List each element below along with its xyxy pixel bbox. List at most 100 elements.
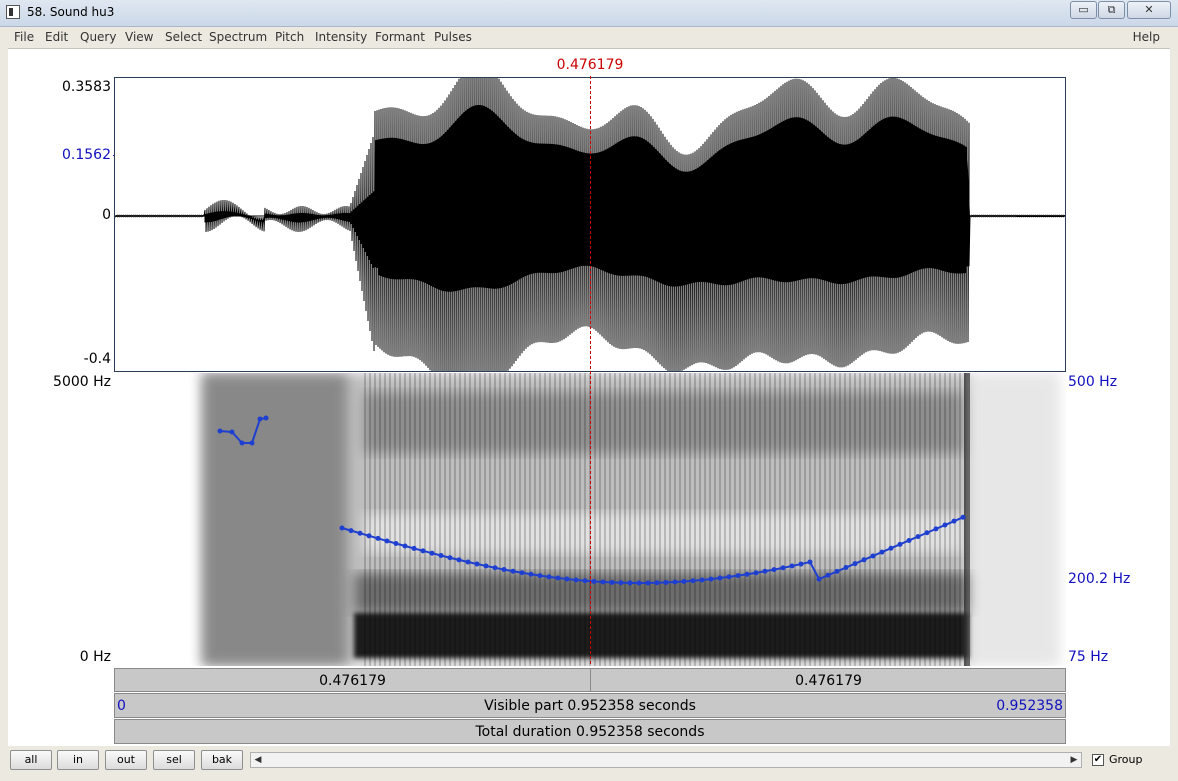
- waveform-zero-label: 0: [102, 207, 111, 223]
- pitch-point: [564, 576, 570, 582]
- pitch-point: [483, 563, 489, 569]
- close-button[interactable]: ✕: [1127, 1, 1171, 19]
- pitch-point: [375, 535, 381, 541]
- scroll-right-icon[interactable]: ▶: [1067, 753, 1081, 767]
- total-duration-bar[interactable]: Total duration 0.952358 seconds: [114, 719, 1066, 744]
- minimize-icon: ▭: [1078, 3, 1089, 16]
- visible-part-label: Visible part 0.952358 seconds: [484, 698, 696, 714]
- zoom-selection-button[interactable]: sel: [153, 750, 195, 770]
- pitch-point: [699, 577, 705, 583]
- pitch-point: [654, 580, 660, 586]
- menu-file[interactable]: File: [14, 30, 34, 44]
- maximize-button[interactable]: ⧉: [1098, 1, 1125, 19]
- pitch-point: [582, 578, 588, 584]
- check-icon: ✔: [1093, 754, 1103, 765]
- pitch-point: [348, 528, 354, 534]
- menu-help[interactable]: Help: [1133, 30, 1160, 44]
- menu-query[interactable]: Query: [80, 30, 116, 44]
- pitch-point: [762, 568, 768, 574]
- group-label: Group: [1109, 753, 1143, 766]
- total-duration-label: Total duration 0.952358 seconds: [475, 724, 705, 740]
- spectrogram-offset-edge: [964, 373, 970, 666]
- pitch-point: [501, 567, 507, 573]
- pitch-point: [366, 533, 372, 539]
- right-segment-label[interactable]: 0.476179: [591, 673, 1066, 689]
- menu-edit[interactable]: Edit: [45, 30, 68, 44]
- pitch-point: [411, 545, 417, 551]
- zoom-in-button[interactable]: in: [57, 750, 99, 770]
- pitch-point: [609, 579, 615, 585]
- pitch-point: [861, 557, 867, 563]
- pitch-point: [239, 440, 245, 446]
- pitch-point: [429, 550, 435, 556]
- pitch-point: [744, 571, 750, 577]
- pitch-top-label: 500 Hz: [1068, 374, 1118, 390]
- pitch-point: [663, 579, 669, 585]
- pitch-point: [789, 563, 795, 569]
- pitch-point: [960, 514, 966, 520]
- pitch-point: [357, 530, 363, 536]
- minimize-button[interactable]: ▭: [1070, 1, 1097, 19]
- pitch-point: [951, 518, 957, 524]
- scroll-left-icon[interactable]: ◀: [251, 753, 265, 767]
- maximize-icon: ⧉: [1107, 3, 1116, 16]
- pitch-point: [474, 561, 480, 567]
- waveform-min-label: -0.4: [83, 351, 111, 367]
- menu-intensity[interactable]: Intensity: [315, 30, 367, 44]
- pitch-point: [672, 579, 678, 585]
- pitch-point: [546, 574, 552, 580]
- menu-select[interactable]: Select: [165, 30, 202, 44]
- menu-formant[interactable]: Formant: [375, 30, 425, 44]
- pitch-point: [681, 578, 687, 584]
- pitch-point: [771, 567, 777, 573]
- pitch-point: [708, 576, 714, 582]
- zoom-all-button[interactable]: all: [10, 750, 52, 770]
- pitch-point: [807, 559, 813, 565]
- bottom-toolbar: all in out sel bak ◀ ▶ ✔ Group: [0, 746, 1178, 781]
- pitch-cursor-label: 200.2 Hz: [1068, 571, 1131, 587]
- pitch-point: [627, 580, 633, 586]
- group-checkbox[interactable]: ✔: [1092, 754, 1104, 766]
- pitch-point: [852, 561, 858, 567]
- pitch-point: [229, 429, 235, 435]
- pitch-point: [528, 571, 534, 577]
- pitch-point: [735, 573, 741, 579]
- pitch-point: [636, 580, 642, 586]
- spectrogram-striations: [364, 373, 969, 666]
- pitch-point: [447, 555, 453, 561]
- pitch-point: [555, 575, 561, 581]
- pitch-point: [537, 573, 543, 579]
- pitch-point: [393, 540, 399, 546]
- menu-view[interactable]: View: [125, 30, 153, 44]
- pitch-point: [897, 541, 903, 547]
- pitch-point: [510, 568, 516, 574]
- zoom-back-button[interactable]: bak: [201, 750, 243, 770]
- pitch-point: [933, 526, 939, 532]
- menu-pitch[interactable]: Pitch: [275, 30, 304, 44]
- horizontal-scrollbar[interactable]: ◀ ▶: [250, 752, 1082, 768]
- pitch-point: [456, 557, 462, 563]
- pitch-point: [600, 579, 606, 585]
- close-icon: ✕: [1144, 3, 1154, 16]
- waveform-voiced-fill: [375, 104, 970, 292]
- pitch-point: [888, 545, 894, 551]
- pitch-point: [249, 440, 255, 446]
- pitch-point: [257, 416, 263, 422]
- app-icon: [6, 5, 20, 19]
- menu-spectrum[interactable]: Spectrum: [209, 30, 267, 44]
- pitch-point: [906, 537, 912, 543]
- pitch-point: [519, 570, 525, 576]
- left-segment-label[interactable]: 0.476179: [115, 673, 590, 689]
- pitch-point: [870, 553, 876, 559]
- spectrogram-tail: [970, 373, 1060, 666]
- freq-bottom-label: 0 Hz: [79, 649, 111, 665]
- menu-pulses[interactable]: Pulses: [434, 30, 472, 44]
- zoom-out-button[interactable]: out: [105, 750, 147, 770]
- spectrogram-onset-noise: [202, 373, 347, 666]
- pitch-point: [339, 525, 345, 531]
- cursor-line: [590, 76, 591, 666]
- visible-end-label: 0.952358: [996, 698, 1063, 714]
- visible-part-bar[interactable]: 0 Visible part 0.952358 seconds 0.952358: [114, 693, 1066, 718]
- pitch-point: [825, 572, 831, 578]
- segment-bar[interactable]: 0.476179 0.476179: [114, 668, 1066, 692]
